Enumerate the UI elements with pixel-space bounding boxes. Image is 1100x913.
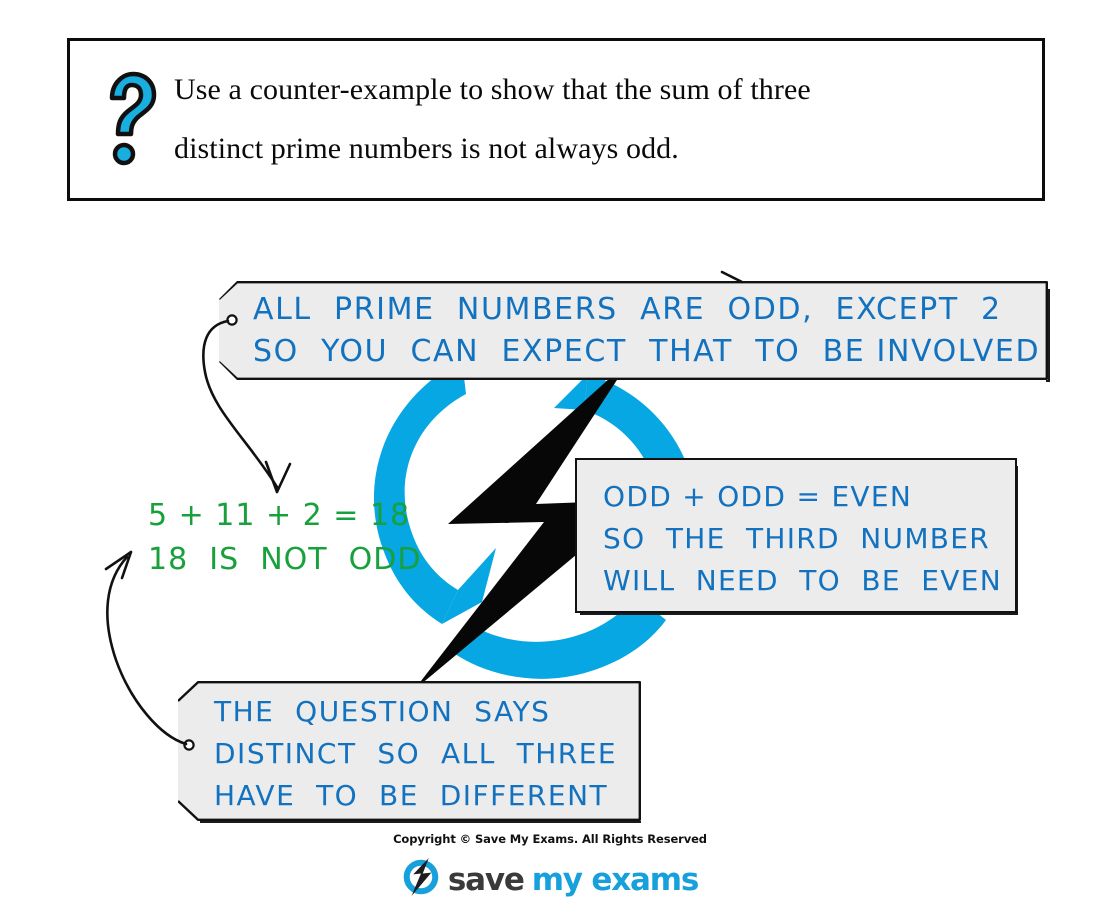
working-line-2: 18 IS NOT ODD xyxy=(148,542,422,577)
callout-distinct-line-3: HAVE TO BE DIFFERENT xyxy=(214,779,609,812)
arrow-tick-prime-top xyxy=(720,270,744,284)
logo-mark-icon xyxy=(402,858,440,901)
question-line-2: distinct prime numbers is not always odd… xyxy=(174,131,679,165)
callout-distinct-note: THE QUESTION SAYS DISTINCT SO ALL THREE … xyxy=(178,681,641,821)
footer: Copyright © Save My Exams. All Rights Re… xyxy=(0,832,1100,901)
callout-odd-note: ODD + ODD = EVEN SO THE THIRD NUMBER WIL… xyxy=(575,458,1017,613)
question-box: Use a counter-example to show that the s… xyxy=(67,38,1045,201)
worked-example-figure: Use a counter-example to show that the s… xyxy=(0,0,1100,913)
copyright-text: Copyright © Save My Exams. All Rights Re… xyxy=(393,832,707,846)
callout-odd-line-3: WILL NEED TO BE EVEN xyxy=(603,564,1002,597)
arrowhead-distinct-to-working xyxy=(104,550,133,580)
arrow-distinct-to-working xyxy=(106,555,188,746)
question-line-1: Use a counter-example to show that the s… xyxy=(174,73,811,106)
logo-text-myexams: my exams xyxy=(531,861,700,898)
question-text: Use a counter-example to show that the s… xyxy=(174,61,811,178)
callout-distinct-line-1: THE QUESTION SAYS xyxy=(214,695,551,728)
arrowhead-prime-to-working xyxy=(264,460,292,494)
callout-prime-line-2: SO YOU CAN EXPECT THAT TO BE INVOLVED xyxy=(253,334,1041,369)
callout-prime-line-1: ALL PRIME NUMBERS ARE ODD, EXCEPT 2 xyxy=(253,292,1002,327)
callout-odd-line-2: SO THE THIRD NUMBER xyxy=(603,522,991,555)
working-out-text: 5 + 11 + 2 = 18 18 IS NOT ODD xyxy=(148,494,421,582)
save-my-exams-logo: save my exams xyxy=(0,858,1100,901)
question-mark-icon xyxy=(100,70,158,166)
callout-distinct-line-2: DISTINCT SO ALL THREE xyxy=(214,737,618,770)
working-line-1: 5 + 11 + 2 = 18 xyxy=(148,498,411,533)
callout-odd-line-1: ODD + ODD = EVEN xyxy=(603,480,913,513)
callout-prime-note: ALL PRIME NUMBERS ARE ODD, EXCEPT 2 SO Y… xyxy=(219,281,1048,380)
logo-text-save: save xyxy=(447,861,525,898)
